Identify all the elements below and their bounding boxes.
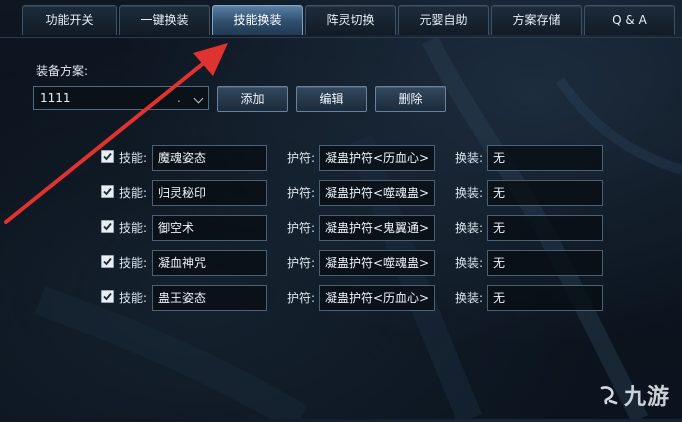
- skill-row: 技能: 御空术 护符: 凝蛊护符<鬼翼通> 换装: 无: [0, 215, 682, 241]
- check-icon: [103, 292, 112, 301]
- swap-field[interactable]: 无: [487, 180, 603, 206]
- check-icon: [103, 222, 112, 231]
- skill-row-checkbox[interactable]: [101, 220, 114, 233]
- chevron-down-icon[interactable]: [193, 93, 204, 104]
- skill-row-checkbox[interactable]: [101, 150, 114, 163]
- skill-field[interactable]: 蛊王姿态: [152, 285, 267, 311]
- delete-button[interactable]: 删除: [375, 86, 446, 112]
- swap-label: 换装:: [455, 256, 484, 270]
- tab-nascent-soul[interactable]: 元婴自助: [398, 5, 489, 35]
- talisman-label: 护符:: [287, 221, 316, 235]
- tab-function-switch[interactable]: 功能开关: [22, 5, 117, 35]
- talisman-field[interactable]: 凝蛊护符<历血心>: [319, 145, 435, 171]
- tab-underline: [0, 37, 682, 38]
- check-icon: [103, 187, 112, 196]
- skill-row: 技能: 归灵秘印 护符: 凝蛊护符<噬魂蛊> 换装: 无: [0, 180, 682, 206]
- talisman-label: 护符:: [287, 151, 316, 165]
- equipment-scheme-label: 装备方案:: [36, 64, 89, 78]
- skill-label: 技能:: [119, 291, 148, 305]
- skill-row: 技能: 魔魂姿态 护符: 凝蛊护符<历血心> 换装: 无: [0, 145, 682, 171]
- add-button[interactable]: 添加: [217, 86, 288, 112]
- skill-row-checkbox[interactable]: [101, 185, 114, 198]
- talisman-field[interactable]: 凝蛊护符<鬼翼通>: [319, 215, 435, 241]
- swap-label: 换装:: [455, 151, 484, 165]
- tab-skill-outfit[interactable]: 技能换装: [212, 5, 303, 35]
- check-icon: [103, 152, 112, 161]
- skill-label: 技能:: [119, 186, 148, 200]
- watermark: 九游: [598, 379, 670, 411]
- skill-field[interactable]: 凝血神咒: [152, 250, 267, 276]
- red-arrow-icon: [4, 43, 228, 224]
- watermark-text: 九游: [623, 385, 670, 410]
- talisman-field[interactable]: 凝蛊护符<噬魂蛊>: [319, 250, 435, 276]
- skill-label: 技能:: [119, 256, 148, 270]
- skill-row-checkbox[interactable]: [101, 255, 114, 268]
- talisman-field[interactable]: 凝蛊护符<历血心>: [319, 285, 435, 311]
- check-icon: [103, 257, 112, 266]
- skill-row: 技能: 蛊王姿态 护符: 凝蛊护符<历血心> 换装: 无: [0, 285, 682, 311]
- swap-field[interactable]: 无: [487, 285, 603, 311]
- equipment-scheme-value: 1111: [40, 91, 71, 105]
- swap-field[interactable]: 无: [487, 215, 603, 241]
- equipment-scheme-select[interactable]: 1111 .: [33, 86, 209, 110]
- tab-scheme-storage[interactable]: 方案存储: [491, 5, 582, 35]
- tab-one-click-outfit[interactable]: 一键换装: [119, 5, 210, 35]
- skill-field[interactable]: 归灵秘印: [152, 180, 267, 206]
- talisman-label: 护符:: [287, 256, 316, 270]
- skill-label: 技能:: [119, 151, 148, 165]
- swap-field[interactable]: 无: [487, 250, 603, 276]
- talisman-label: 护符:: [287, 186, 316, 200]
- skill-label: 技能:: [119, 221, 148, 235]
- swap-label: 换装:: [455, 221, 484, 235]
- swap-field[interactable]: 无: [487, 145, 603, 171]
- talisman-label: 护符:: [287, 291, 316, 305]
- tab-formation-switch[interactable]: 阵灵切换: [305, 5, 396, 35]
- skill-field[interactable]: 魔魂姿态: [152, 145, 267, 171]
- select-separator: .: [177, 91, 181, 105]
- jiuyou-logo-icon: [600, 386, 618, 405]
- talisman-field[interactable]: 凝蛊护符<噬魂蛊>: [319, 180, 435, 206]
- edit-button[interactable]: 编辑: [296, 86, 367, 112]
- tab-bar: 功能开关 一键换装 技能换装 阵灵切换 元婴自助 方案存储 Q & A: [22, 5, 675, 37]
- tab-qa[interactable]: Q & A: [584, 5, 675, 35]
- swap-label: 换装:: [455, 291, 484, 305]
- skill-field[interactable]: 御空术: [152, 215, 267, 241]
- skill-row-checkbox[interactable]: [101, 290, 114, 303]
- swap-label: 换装:: [455, 186, 484, 200]
- background-art: [0, 0, 682, 422]
- skill-row: 技能: 凝血神咒 护符: 凝蛊护符<噬魂蛊> 换装: 无: [0, 250, 682, 276]
